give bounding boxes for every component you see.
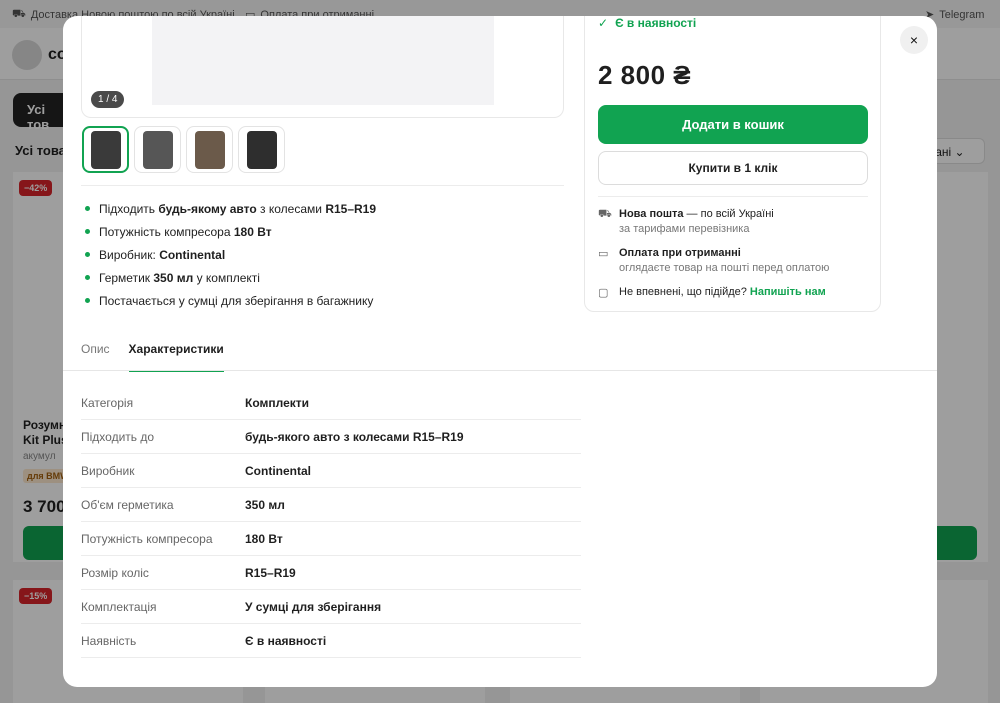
spec-key: Категорія: [81, 395, 134, 410]
feature-item: Підходить будь-якому авто з колесами R15…: [81, 197, 561, 220]
feature-text: у комплекті: [196, 270, 260, 285]
spec-row: Категорія Комплекти: [81, 386, 581, 420]
feature-list: Підходить будь-якому авто з колесами R15…: [81, 197, 561, 312]
thumbnail-image: [142, 130, 173, 169]
feature-bold: 180 Вт: [233, 224, 272, 239]
spec-value: 180 Вт: [245, 531, 283, 546]
thumbnail-image: [194, 130, 225, 169]
bullet-icon: [85, 229, 90, 234]
chat-icon: ▢: [598, 287, 609, 299]
close-button[interactable]: ×: [900, 26, 928, 54]
divider: [598, 196, 868, 197]
feature-text: Герметик: [99, 270, 151, 285]
truck-icon: ⛟: [598, 208, 612, 220]
stock-status: ✓ Є в наявності: [598, 16, 696, 30]
thumbnail-2[interactable]: [134, 126, 181, 173]
spec-key: Комплектація: [81, 599, 157, 614]
product-tabs: Опис Характеристики: [81, 342, 224, 372]
spec-row: Комплектація У сумці для зберігання: [81, 590, 581, 624]
spec-row: Об'єм герметика 350 мл: [81, 488, 581, 522]
feature-item: Постачається у сумці для зберігання в ба…: [81, 289, 561, 312]
spec-value: Комплекти: [245, 395, 310, 410]
divider: [81, 185, 564, 186]
bullet-icon: [85, 298, 90, 303]
thumbnail-1[interactable]: [82, 126, 129, 173]
check-icon: ✓: [598, 16, 609, 30]
feature-item: Потужність компресора 180 Вт: [81, 220, 561, 243]
spec-row: Виробник Continental: [81, 454, 581, 488]
spec-row: Потужність компресора 180 Вт: [81, 522, 581, 556]
spec-key: Потужність компресора: [81, 531, 213, 546]
help-text: Не впевнені, що підійде?: [619, 286, 750, 298]
add-to-cart-button[interactable]: Додати в кошик: [598, 105, 868, 144]
spec-value: Є в наявності: [245, 633, 327, 648]
spec-value: 350 мл: [245, 497, 285, 512]
card-icon: ▭: [598, 248, 609, 260]
specs-table: Категорія Комплекти Підходить до будь-яког…: [81, 386, 581, 658]
help-info: ▢ Не впевнені, що підійде? Напишіть нам: [598, 286, 868, 299]
image-counter: 1 / 4: [91, 91, 125, 108]
bullet-icon: [85, 206, 90, 211]
spec-value: будь-якого авто з колесами R15–R19: [245, 429, 464, 444]
feature-item: Виробник: Continental: [81, 243, 561, 266]
spec-key: Наявність: [81, 633, 137, 648]
spec-value: Continental: [245, 463, 311, 478]
buy-one-click-button[interactable]: Купити в 1 клік: [598, 151, 868, 185]
spec-row: Підходить до будь-якого авто з колесами R…: [81, 420, 581, 454]
thumbnail-image: [246, 130, 277, 169]
main-product-image[interactable]: [152, 16, 494, 105]
delivery-info: ⛟ Нова пошта — по всій Україні за тарифа…: [598, 208, 868, 235]
feature-text: Постачається у сумці для зберігання в ба…: [99, 293, 374, 308]
spec-value: R15–R19: [245, 565, 296, 580]
feature-text: Підходить: [99, 201, 156, 216]
payment-sub: оглядаєте товар на пошті перед оплатою: [619, 262, 830, 274]
close-icon[interactable]: ×: [910, 32, 918, 48]
spec-key: Розмір коліс: [81, 565, 149, 580]
product-price: 2 800 ₴: [598, 60, 692, 90]
payment-title: Оплата при отриманні: [619, 247, 741, 259]
write-us-link[interactable]: Напишіть нам: [750, 286, 826, 298]
spec-key: Підходить до: [81, 429, 155, 444]
feature-text: Виробник:: [99, 247, 156, 262]
feature-bold: 350 мл: [153, 270, 194, 285]
feature-bold: R15–R19: [325, 201, 377, 216]
spec-key: Об'єм герметика: [81, 497, 174, 512]
bullet-icon: [85, 252, 90, 257]
spec-row: Розмір коліс R15–R19: [81, 556, 581, 590]
spec-value: У сумці для зберігання: [245, 599, 382, 614]
thumbnail-4[interactable]: [238, 126, 285, 173]
spec-row: Наявність Є в наявності: [81, 624, 581, 658]
product-gallery[interactable]: 1 / 4: [81, 16, 564, 118]
delivery-rest: — по всій Україні: [683, 208, 774, 220]
tab-characteristics[interactable]: Характеристики: [128, 342, 224, 372]
thumbnail-3[interactable]: [186, 126, 233, 173]
tabs-divider: [63, 370, 937, 371]
bullet-icon: [85, 275, 90, 280]
thumbnail-image: [90, 130, 121, 169]
feature-item: Герметик 350 мл у комплекті: [81, 266, 561, 289]
feature-text: Потужність компресора: [99, 224, 231, 239]
tab-description[interactable]: Опис: [81, 342, 110, 372]
delivery-title: Нова пошта: [619, 208, 684, 220]
delivery-sub: за тарифами перевізника: [619, 223, 750, 235]
feature-bold: будь-якому авто: [158, 201, 257, 216]
payment-info: ▭ Оплата при отриманні оглядаєте товар н…: [598, 247, 868, 274]
feature-bold: Continental: [159, 247, 226, 262]
stock-text: Є в наявності: [615, 16, 697, 30]
product-modal: 1 / 4 Підходить будь-якому авто з колеса…: [63, 16, 937, 687]
spec-key: Виробник: [81, 463, 135, 478]
feature-text: з колесами: [260, 201, 322, 216]
